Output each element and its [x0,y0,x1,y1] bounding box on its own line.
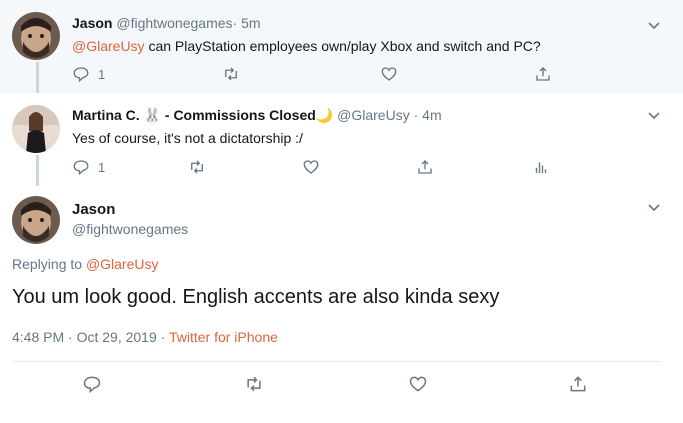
like-button[interactable] [302,157,320,177]
separator: · [232,15,238,31]
tweet-meta: 4:48 PM · Oct 29, 2019 · Twitter for iPh… [12,329,278,345]
analytics-button[interactable] [532,157,550,177]
like-icon [381,67,397,81]
retweet-button[interactable] [188,157,206,177]
like-button[interactable] [408,374,428,394]
mention-link[interactable]: @GlareUsy [72,38,145,54]
timestamp[interactable]: 4:48 PM · Oct 29, 2019 [12,329,157,345]
share-icon [536,67,550,81]
retweet-icon [191,160,203,174]
reply-icon [83,376,101,394]
replying-prefix: Replying to [12,256,86,272]
reply-button[interactable]: 1 [72,157,105,177]
main-tweet: Jason @fightwonegames Replying to @Glare… [0,186,683,423]
author-name[interactable]: Jason [72,15,112,31]
author-handle[interactable]: @fightwonegames [116,15,232,31]
thread-line [36,62,39,93]
caret-down-icon[interactable] [647,108,661,122]
caret-down-icon[interactable] [647,18,661,32]
author-name[interactable]: Jason [72,201,115,218]
separator: · [413,107,419,123]
avatar-jason[interactable] [12,12,60,60]
reply-icon [73,67,89,83]
share-icon [570,376,586,392]
tweet-text: can PlayStation employees own/play Xbox … [144,38,541,54]
caret-down-icon[interactable] [647,200,661,214]
timestamp[interactable]: 4m [422,107,441,123]
share-button[interactable] [534,64,552,84]
tweet-text: You um look good. English accents are al… [12,286,500,308]
tweet-text: Yes of course, it's not a dictatorship :… [72,130,303,146]
tweet-1[interactable]: Jason @fightwonegames· 5m @GlareUsy can … [0,0,683,93]
share-icon [418,160,432,174]
author-handle[interactable]: @GlareUsy [337,107,410,123]
analytics-icon [535,162,547,173]
separator: · [156,329,169,345]
retweet-button[interactable] [244,374,264,394]
reply-count: 1 [98,66,106,82]
reply-icon [73,160,89,176]
like-icon [409,376,427,392]
retweet-icon [225,67,237,81]
retweet-button[interactable] [222,64,240,84]
replying-mention-link[interactable]: @GlareUsy [86,256,159,272]
like-button[interactable] [380,64,398,84]
reply-button[interactable] [82,374,102,394]
tweet-2[interactable]: Martina C. 🐰 - Commissions Closed🌙 @Glar… [0,93,683,186]
replying-to: Replying to @GlareUsy [12,256,159,272]
timestamp[interactable]: 5m [241,15,260,31]
retweet-icon [247,376,261,392]
share-button[interactable] [568,374,588,394]
like-icon [303,160,319,174]
avatar-jason[interactable] [12,196,60,244]
avatar-martina[interactable] [12,105,60,153]
reply-count: 1 [98,159,106,175]
reply-button[interactable]: 1 [72,64,105,84]
share-button[interactable] [416,157,434,177]
thread-line [36,155,39,186]
source-link[interactable]: Twitter for iPhone [169,329,278,345]
author-name[interactable]: Martina C. 🐰 - Commissions Closed🌙 [72,107,333,123]
author-handle[interactable]: @fightwonegames [72,221,188,237]
divider [12,361,661,362]
